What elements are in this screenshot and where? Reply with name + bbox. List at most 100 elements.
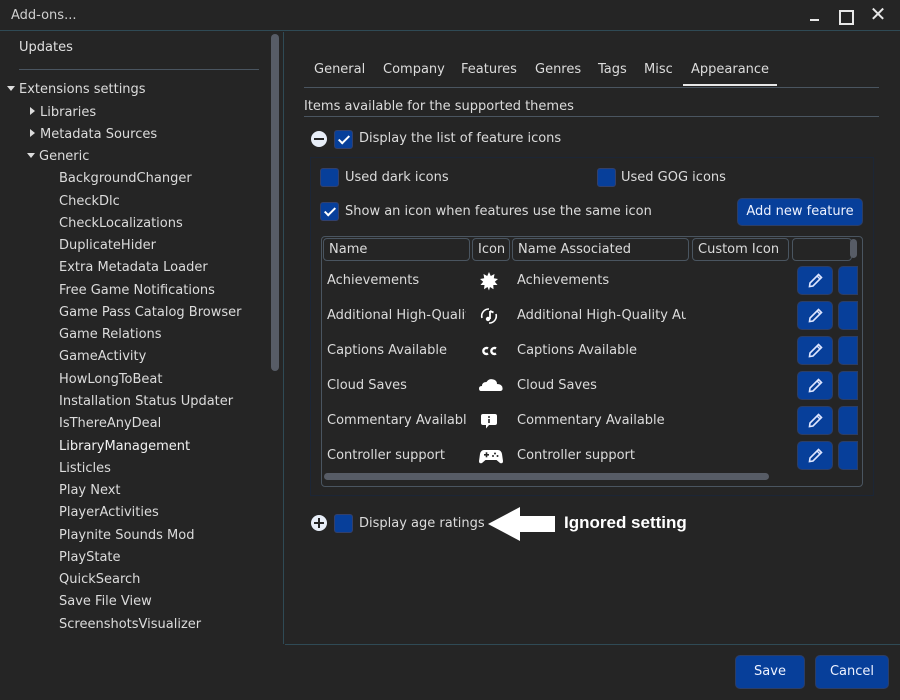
sidebar-item[interactable]: CheckLocalizations [59,216,183,231]
sidebar-item[interactable]: Installation Status Updater [59,394,233,409]
delete-button[interactable] [838,301,858,330]
feature-name-associated: Additional High-Quality Audio [517,308,686,323]
show-same-icon-checkbox[interactable] [320,202,339,221]
minimize-button[interactable] [802,4,830,26]
features-grid: Name Icon Name Associated Custom Icon Ac… [321,236,863,487]
tab-tags[interactable]: Tags [598,62,627,77]
edit-button[interactable] [797,336,833,365]
feature-name-associated: Commentary Available [517,413,665,428]
sidebar-item-label: Metadata Sources [40,127,158,142]
table-row[interactable]: Captions Available Captions Available [322,334,858,369]
display-feature-icons-label: Display the list of feature icons [359,131,562,146]
sidebar-item[interactable]: Save File View [59,594,152,609]
sidebar-item[interactable]: Listicles [59,461,111,476]
music-note-icon [478,305,504,327]
close-button[interactable]: ✕ [864,4,892,26]
tab-company[interactable]: Company [383,62,445,77]
chevron-right-icon[interactable] [30,107,35,115]
grid-horizontal-scrollbar[interactable] [324,473,769,480]
pencil-icon [808,378,823,393]
sidebar-item-updates[interactable]: Updates [19,40,73,55]
column-header-icon[interactable]: Icon [472,238,510,261]
sidebar-item[interactable]: Free Game Notifications [59,283,215,298]
cancel-button[interactable]: Cancel [815,655,889,689]
display-age-ratings-checkbox[interactable] [334,514,353,533]
arrow-left-icon [488,507,555,541]
close-icon: ✕ [869,2,887,26]
sidebar-item[interactable]: GameActivity [59,349,146,364]
sidebar-item[interactable]: Play Next [59,483,121,498]
chevron-down-icon[interactable] [7,86,15,91]
sidebar-item[interactable]: Playnite Sounds Mod [59,528,194,543]
chevron-down-icon[interactable] [27,153,35,158]
sidebar-item[interactable]: DuplicateHider [59,238,156,253]
achievement-badge-icon [478,270,504,292]
sidebar-divider [19,69,259,70]
sidebar-item[interactable]: PlayerActivities [59,505,159,520]
sidebar-item[interactable]: HowLongToBeat [59,372,163,387]
section-title: Items available for the supported themes [304,99,574,114]
table-row[interactable]: Controller support Controller support [322,439,858,474]
edit-button[interactable] [797,406,833,435]
table-row[interactable]: Achievements Achievements [322,264,858,299]
table-row[interactable]: Commentary Available Commentary Availabl… [322,404,858,439]
delete-button[interactable] [838,371,858,400]
tab-appearance[interactable]: Appearance [683,62,778,86]
info-speech-bubble-icon [478,410,504,432]
feature-name-associated: Cloud Saves [517,378,597,393]
pencil-icon [808,273,823,288]
footer-divider [285,644,900,645]
column-header-actions[interactable] [792,238,852,261]
feature-name-associated: Captions Available [517,343,637,358]
delete-button[interactable] [838,406,858,435]
edit-button[interactable] [797,441,833,470]
sidebar-item[interactable]: PlayState [59,550,121,565]
chevron-right-icon[interactable] [30,129,35,137]
sidebar-item-metadata-sources[interactable]: Metadata Sources [30,127,157,142]
sidebar-item-selected[interactable]: LibraryManagement [59,439,190,454]
sidebar-item[interactable]: IsThereAnyDeal [59,416,161,431]
sidebar-item[interactable]: Game Pass Catalog Browser [59,305,241,320]
collapse-icon[interactable] [311,131,327,147]
pencil-icon [808,413,823,428]
sidebar-item[interactable]: ScreenshotsVisualizer [59,617,201,632]
expand-icon[interactable] [311,515,327,531]
edit-button[interactable] [797,266,833,295]
sidebar-item-libraries[interactable]: Libraries [30,105,96,120]
column-header-name-associated[interactable]: Name Associated [512,238,689,261]
table-row[interactable]: Additional High-Quality Audio Additional… [322,299,858,334]
sidebar-item[interactable]: BackgroundChanger [59,171,192,186]
delete-button[interactable] [838,441,858,470]
sidebar-item[interactable]: QuickSearch [59,572,140,587]
grid-vertical-scrollbar[interactable] [850,239,857,258]
feature-name-associated: Controller support [517,448,635,463]
sidebar-scrollbar[interactable] [271,34,279,371]
tab-general[interactable]: General [314,62,365,77]
maximize-button[interactable] [831,4,859,26]
feature-name: Additional High-Quality Audio [327,308,466,323]
display-feature-icons-checkbox[interactable] [334,130,353,149]
sidebar-item-generic[interactable]: Generic [27,149,89,164]
used-gog-icons-label: Used GOG icons [621,170,726,185]
save-button[interactable]: Save [735,655,805,689]
tab-misc[interactable]: Misc [644,62,673,77]
sidebar-item[interactable]: Extra Metadata Loader [59,260,208,275]
add-new-feature-button[interactable]: Add new feature [737,198,863,226]
feature-name: Controller support [327,448,445,463]
edit-button[interactable] [797,301,833,330]
delete-button[interactable] [838,266,858,295]
tab-features[interactable]: Features [461,62,517,77]
column-header-custom-icon[interactable]: Custom Icon [692,238,789,261]
used-gog-icons-checkbox[interactable] [597,168,616,187]
sidebar-item-extensions-settings[interactable]: Extensions settings [7,82,146,97]
delete-button[interactable] [838,336,858,365]
show-same-icon-label: Show an icon when features use the same … [345,204,652,219]
tab-genres[interactable]: Genres [535,62,581,77]
sidebar-item[interactable]: CheckDlc [59,194,120,209]
edit-button[interactable] [797,371,833,400]
used-dark-icons-checkbox[interactable] [320,168,339,187]
sidebar-item[interactable]: Game Relations [59,327,162,342]
column-header-name[interactable]: Name [323,238,470,261]
pencil-icon [808,448,823,463]
table-row[interactable]: Cloud Saves Cloud Saves [322,369,858,404]
